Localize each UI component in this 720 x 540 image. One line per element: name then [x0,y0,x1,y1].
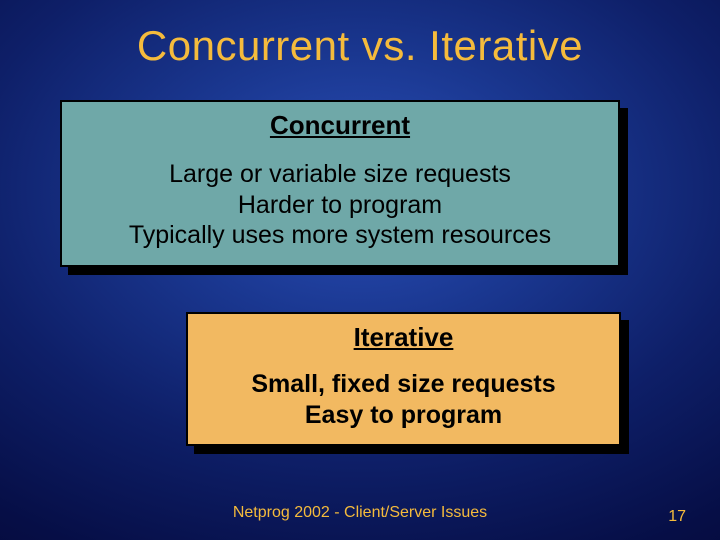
page-number: 17 [668,508,686,526]
concurrent-panel: Concurrent Large or variable size reques… [60,100,620,267]
slide: Concurrent vs. Iterative Concurrent Larg… [0,0,720,540]
footer: Netprog 2002 - Client/Server Issues 17 [0,504,720,526]
iterative-line-1: Small, fixed size requests [200,369,607,400]
slide-title: Concurrent vs. Iterative [0,0,720,70]
panel-body: Iterative Small, fixed size requests Eas… [186,312,621,446]
concurrent-line-2: Harder to program [74,190,606,221]
iterative-heading: Iterative [200,322,607,353]
concurrent-line-1: Large or variable size requests [74,159,606,190]
footer-text: Netprog 2002 - Client/Server Issues [0,504,720,522]
iterative-panel: Iterative Small, fixed size requests Eas… [186,312,621,446]
concurrent-heading: Concurrent [74,110,606,141]
concurrent-line-3: Typically uses more system resources [74,220,606,251]
panel-body: Concurrent Large or variable size reques… [60,100,620,267]
iterative-line-2: Easy to program [200,400,607,431]
